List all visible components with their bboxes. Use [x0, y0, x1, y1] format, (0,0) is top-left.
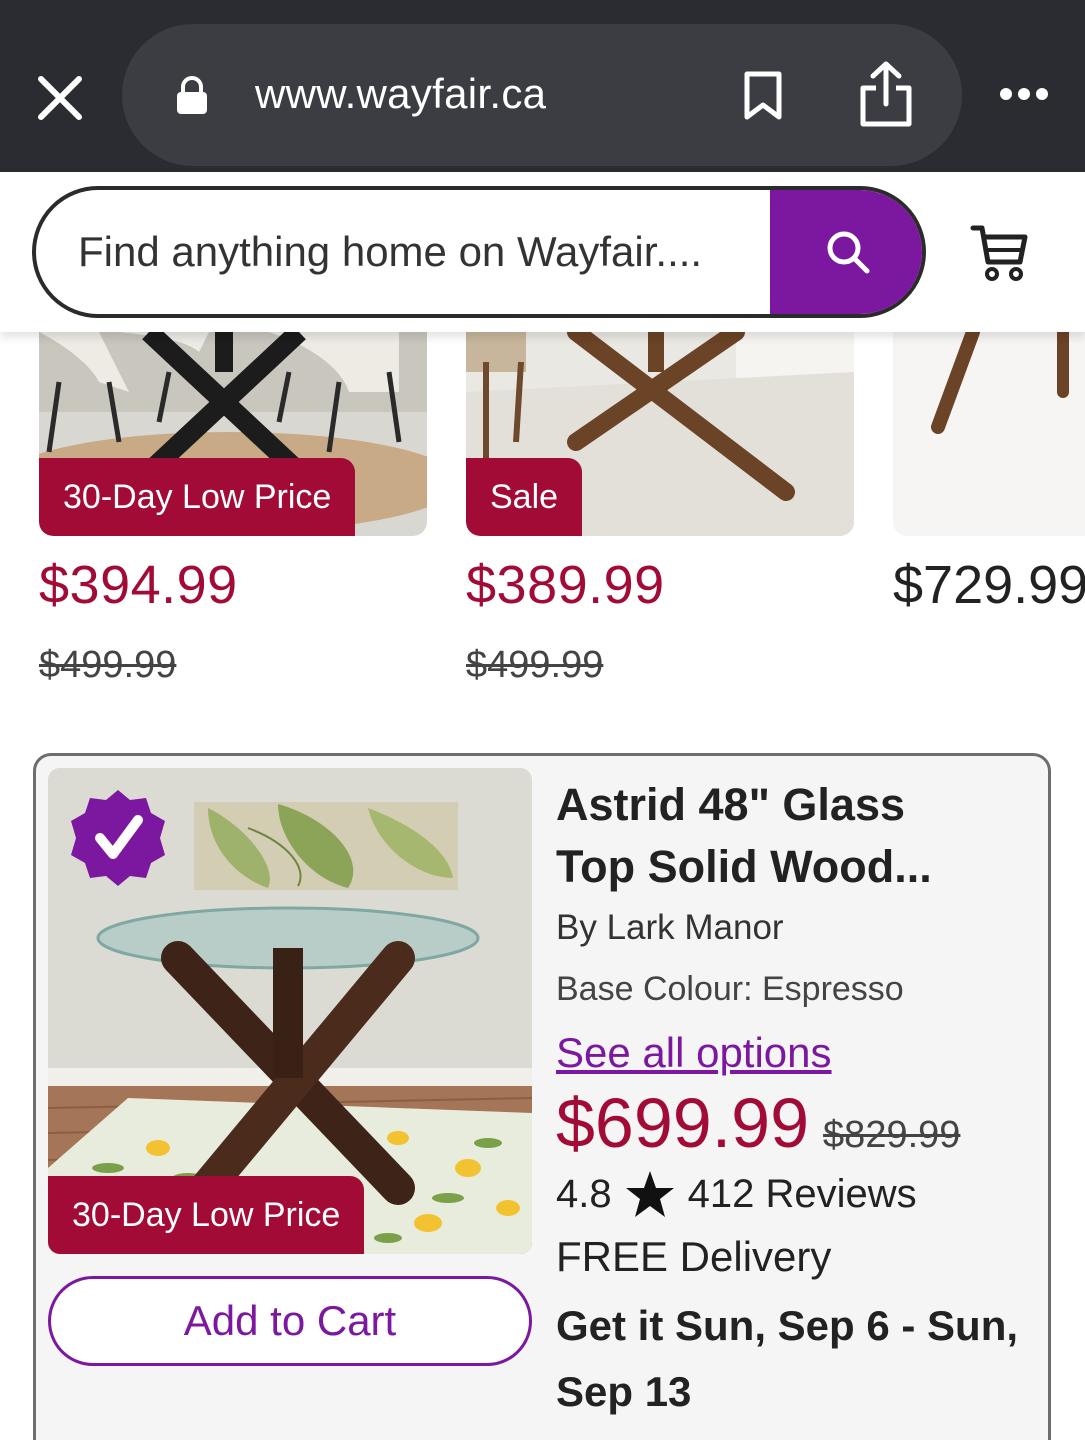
lock-icon [176, 76, 208, 121]
rating-row[interactable]: 4.8 412 Reviews [556, 1169, 1036, 1219]
add-to-cart-button[interactable]: Add to Cart [48, 1276, 532, 1366]
verified-badge-icon [68, 788, 168, 893]
browser-toolbar: www.wayfair.ca [0, 0, 1085, 172]
star-icon [625, 1171, 674, 1217]
delivery-date-line: Sep 13 [556, 1368, 692, 1415]
review-count: 412 Reviews [687, 1171, 917, 1216]
product-title-line: Astrid 48" Glass [556, 779, 905, 830]
site-header [0, 172, 1085, 332]
base-colour: Base Colour: Espresso [556, 970, 904, 1008]
cart-icon[interactable] [970, 222, 1030, 287]
url-text[interactable]: www.wayfair.ca [255, 70, 546, 118]
was-price: $499.99 [39, 644, 177, 686]
delivery-date: Get it Sun, Sep 6 - Sun, Sep 13 [556, 1293, 1036, 1425]
price: $729.99 [893, 555, 1085, 615]
carousel-card[interactable]: 30-Day Low Price $394.99 $499.99 [39, 332, 427, 686]
product-carousel: 30-Day Low Price $394.99 $499.99 Sale $3… [0, 332, 1085, 732]
product-image[interactable]: Sale [466, 332, 854, 536]
product-title[interactable]: Astrid 48" Glass Top Solid Wood... [556, 774, 1036, 898]
delivery-text: FREE Delivery [556, 1233, 832, 1280]
close-icon[interactable] [32, 70, 88, 126]
bookmark-icon[interactable] [742, 70, 784, 127]
share-icon[interactable] [856, 60, 916, 135]
carousel-card[interactable]: Sale $389.99 $499.99 [466, 332, 854, 686]
product-image[interactable] [893, 332, 1085, 536]
see-all-options-link[interactable]: See all options [556, 1029, 832, 1077]
sale-price: $394.99 [39, 555, 238, 615]
search-input[interactable] [36, 190, 774, 314]
more-icon[interactable] [998, 84, 1050, 109]
product-title-line: Top Solid Wood... [556, 841, 932, 892]
search-icon [827, 231, 870, 274]
product-image[interactable]: 30-Day Low Price [39, 332, 427, 536]
rating-value: 4.8 [556, 1171, 612, 1216]
was-price: $829.99 [823, 1114, 961, 1156]
price-badge: 30-Day Low Price [39, 458, 356, 536]
product-card[interactable]: 30-Day Low Price Add to Cart Astrid 48" … [33, 753, 1051, 1440]
sale-badge: Sale [466, 458, 583, 536]
search-button[interactable] [770, 190, 922, 314]
sale-price: $699.99 [556, 1084, 810, 1162]
product-image[interactable]: 30-Day Low Price [48, 768, 532, 1254]
carousel-card[interactable]: $729.99 [893, 332, 1085, 615]
product-info: Astrid 48" Glass Top Solid Wood... By La… [556, 774, 1036, 1425]
delivery-date-line: Get it Sun, Sep 6 - Sun, [556, 1302, 1019, 1349]
sale-price: $389.99 [466, 555, 665, 615]
product-brand: By Lark Manor [556, 908, 784, 947]
search-bar [32, 186, 926, 318]
was-price: $499.99 [466, 644, 604, 686]
price-badge: 30-Day Low Price [48, 1176, 365, 1254]
price-row: $699.99 $829.99 [556, 1083, 1036, 1163]
